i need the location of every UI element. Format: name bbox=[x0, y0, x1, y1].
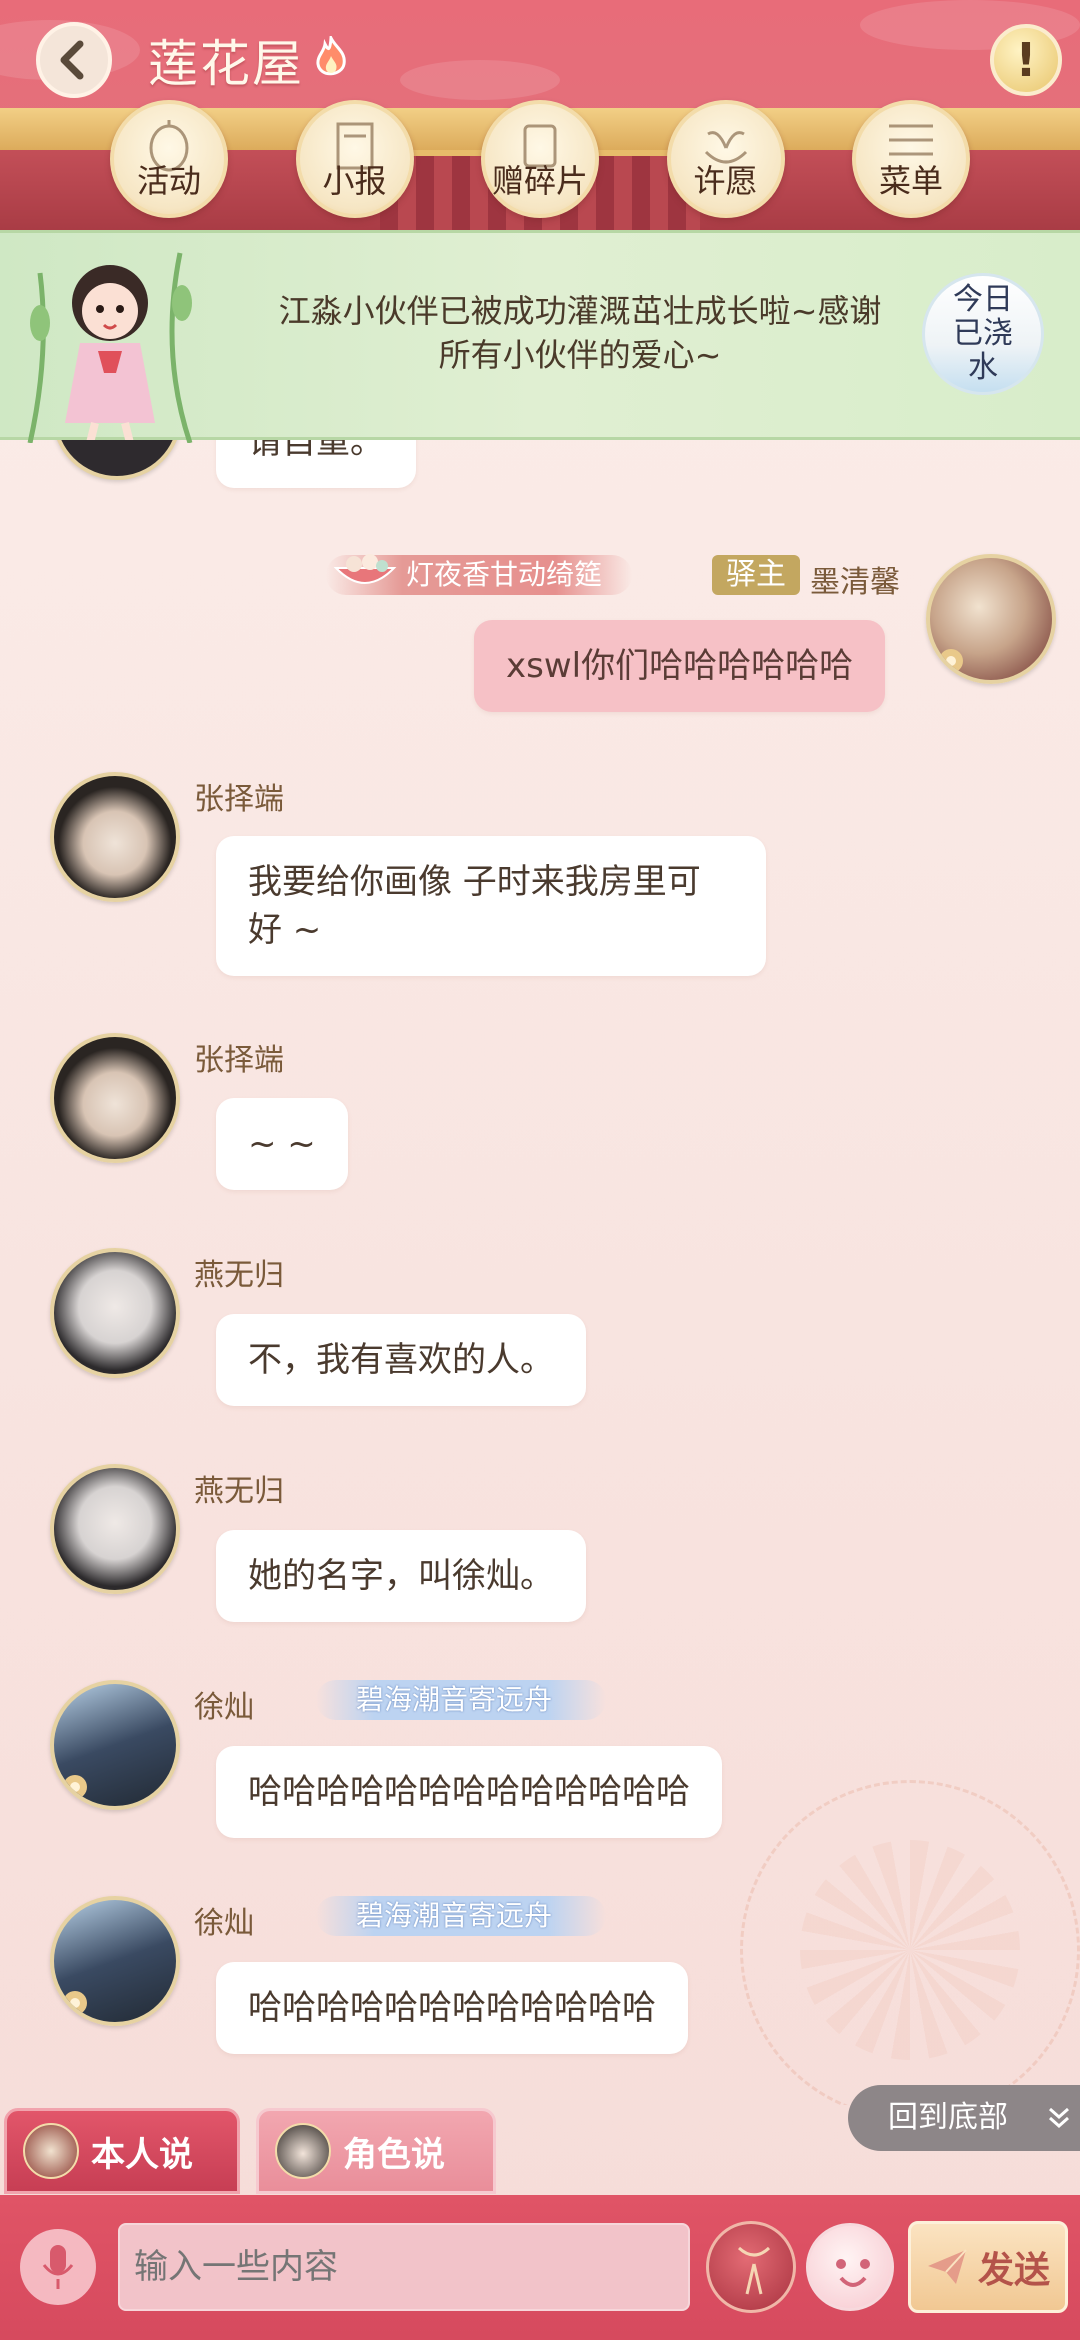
send-button[interactable]: 发送 bbox=[908, 2221, 1068, 2313]
gift-pouch-icon bbox=[737, 2246, 771, 2295]
my-message-bubble: xswl你们哈哈哈哈哈哈 bbox=[474, 620, 886, 712]
notice-button[interactable]: ! bbox=[990, 24, 1062, 96]
avatar[interactable] bbox=[50, 1896, 180, 2026]
sender-name: 张择端 bbox=[194, 1043, 284, 1078]
message-bubble: 哈哈哈哈哈哈哈哈哈哈哈哈哈 bbox=[216, 1746, 722, 1838]
decorative-flower-pattern bbox=[800, 1840, 1020, 2060]
nav-newspaper-label: 小报 bbox=[322, 162, 387, 200]
microphone-icon bbox=[42, 2245, 74, 2289]
banner-line-2: 所有小伙伴的爱心~ bbox=[438, 336, 722, 374]
nav-menu-label: 菜单 bbox=[878, 162, 943, 200]
page-title: 莲花屋 bbox=[148, 35, 304, 93]
nav-wish[interactable]: 许愿 bbox=[666, 100, 785, 218]
message-bubble: 请自重。 bbox=[216, 440, 416, 488]
paper-plane-icon bbox=[927, 2249, 967, 2284]
emoji-button[interactable] bbox=[806, 2223, 894, 2311]
voice-button[interactable] bbox=[20, 2229, 96, 2305]
avatar[interactable] bbox=[50, 1033, 180, 1163]
nav-newspaper[interactable]: 小报 bbox=[295, 100, 414, 218]
avatar bbox=[23, 2123, 79, 2179]
sender-name: 燕无归 bbox=[194, 1258, 284, 1293]
send-label: 发送 bbox=[977, 2250, 1050, 2291]
tab-role-speak-label: 角色说 bbox=[343, 2134, 445, 2175]
speak-mode-tabs: 本人说 角色说 bbox=[0, 2108, 1080, 2198]
avatar[interactable] bbox=[50, 1680, 180, 1810]
top-header: 莲花屋 ! 活动 小报 赠碎片 许愿 菜单 bbox=[0, 0, 1080, 230]
flower-badge-icon bbox=[63, 1775, 87, 1799]
host-badge: 驿主 bbox=[712, 555, 800, 595]
smile-face-icon bbox=[836, 2259, 870, 2287]
message-input[interactable] bbox=[118, 2223, 690, 2311]
top-nav: 活动 小报 赠碎片 许愿 菜单 bbox=[110, 100, 970, 230]
sender-name: 张择端 bbox=[194, 782, 284, 817]
watered-today-label: 今日已浇水 bbox=[953, 282, 1013, 385]
exclamation-icon: ! bbox=[1015, 33, 1037, 87]
tab-role-speak[interactable]: 角色说 bbox=[256, 2108, 496, 2194]
input-bar: 发送 bbox=[0, 2195, 1080, 2340]
message-bubble: ~ ~ bbox=[216, 1098, 348, 1190]
mascot-girl-illustration bbox=[27, 252, 193, 443]
tab-self-speak[interactable]: 本人说 bbox=[4, 2108, 240, 2194]
my-avatar[interactable] bbox=[926, 554, 1056, 684]
chat-area[interactable]: 请自重。 灯夜香甘动绮筵 驿主 墨清馨 xswl你们哈哈哈哈哈哈 张择端 我要给… bbox=[0, 440, 1080, 2105]
tab-self-speak-label: 本人说 bbox=[91, 2134, 193, 2175]
sender-name: 徐灿 bbox=[194, 1906, 254, 1941]
nav-menu[interactable]: 菜单 bbox=[852, 100, 970, 218]
back-button[interactable] bbox=[36, 22, 112, 98]
sender-name: 墨清馨 bbox=[810, 565, 900, 600]
message-bubble: 不，我有喜欢的人。 bbox=[216, 1314, 586, 1406]
watered-today-button[interactable]: 今日已浇水 bbox=[922, 273, 1044, 395]
message-bubble: 她的名字，叫徐灿。 bbox=[216, 1530, 586, 1622]
avatar[interactable] bbox=[52, 440, 182, 480]
banner-line-1: 江淼小伙伴已被成功灌溉茁壮成长啦~感谢 bbox=[278, 292, 882, 330]
sender-name: 燕无归 bbox=[194, 1474, 284, 1509]
message-bubble: 我要给你画像 子时来我房里可好 ~ bbox=[216, 836, 766, 976]
title-tag: 碧海潮音寄远舟 bbox=[316, 1896, 606, 1936]
gift-pouch-button[interactable] bbox=[706, 2221, 796, 2313]
banner-message: 江淼小伙伴已被成功灌溉茁壮成长啦~感谢 所有小伙伴的爱心~ bbox=[240, 289, 920, 377]
fire-icon bbox=[316, 36, 346, 76]
message-bubble: 哈哈哈哈哈哈哈哈哈哈哈哈 bbox=[216, 1962, 688, 2054]
avatar[interactable] bbox=[50, 1248, 180, 1378]
flower-badge-icon bbox=[63, 1991, 87, 2015]
nav-activity[interactable]: 活动 bbox=[110, 100, 228, 218]
nav-gift-fragments[interactable]: 赠碎片 bbox=[481, 100, 599, 218]
nav-wish-label: 许愿 bbox=[693, 162, 758, 200]
nav-gift-fragments-label: 赠碎片 bbox=[491, 162, 588, 200]
avatar bbox=[275, 2123, 331, 2179]
flower-badge-icon bbox=[939, 649, 963, 673]
chevron-left-icon bbox=[60, 40, 84, 80]
title-tag: 碧海潮音寄远舟 bbox=[316, 1680, 606, 1720]
nav-activity-label: 活动 bbox=[136, 162, 201, 200]
watering-banner: 江淼小伙伴已被成功灌溉茁壮成长啦~感谢 所有小伙伴的爱心~ 今日已浇水 bbox=[0, 230, 1080, 443]
avatar[interactable] bbox=[50, 1464, 180, 1594]
sender-name: 徐灿 bbox=[194, 1690, 254, 1725]
lantern-bowl-icon bbox=[333, 554, 397, 584]
avatar[interactable] bbox=[50, 772, 180, 902]
